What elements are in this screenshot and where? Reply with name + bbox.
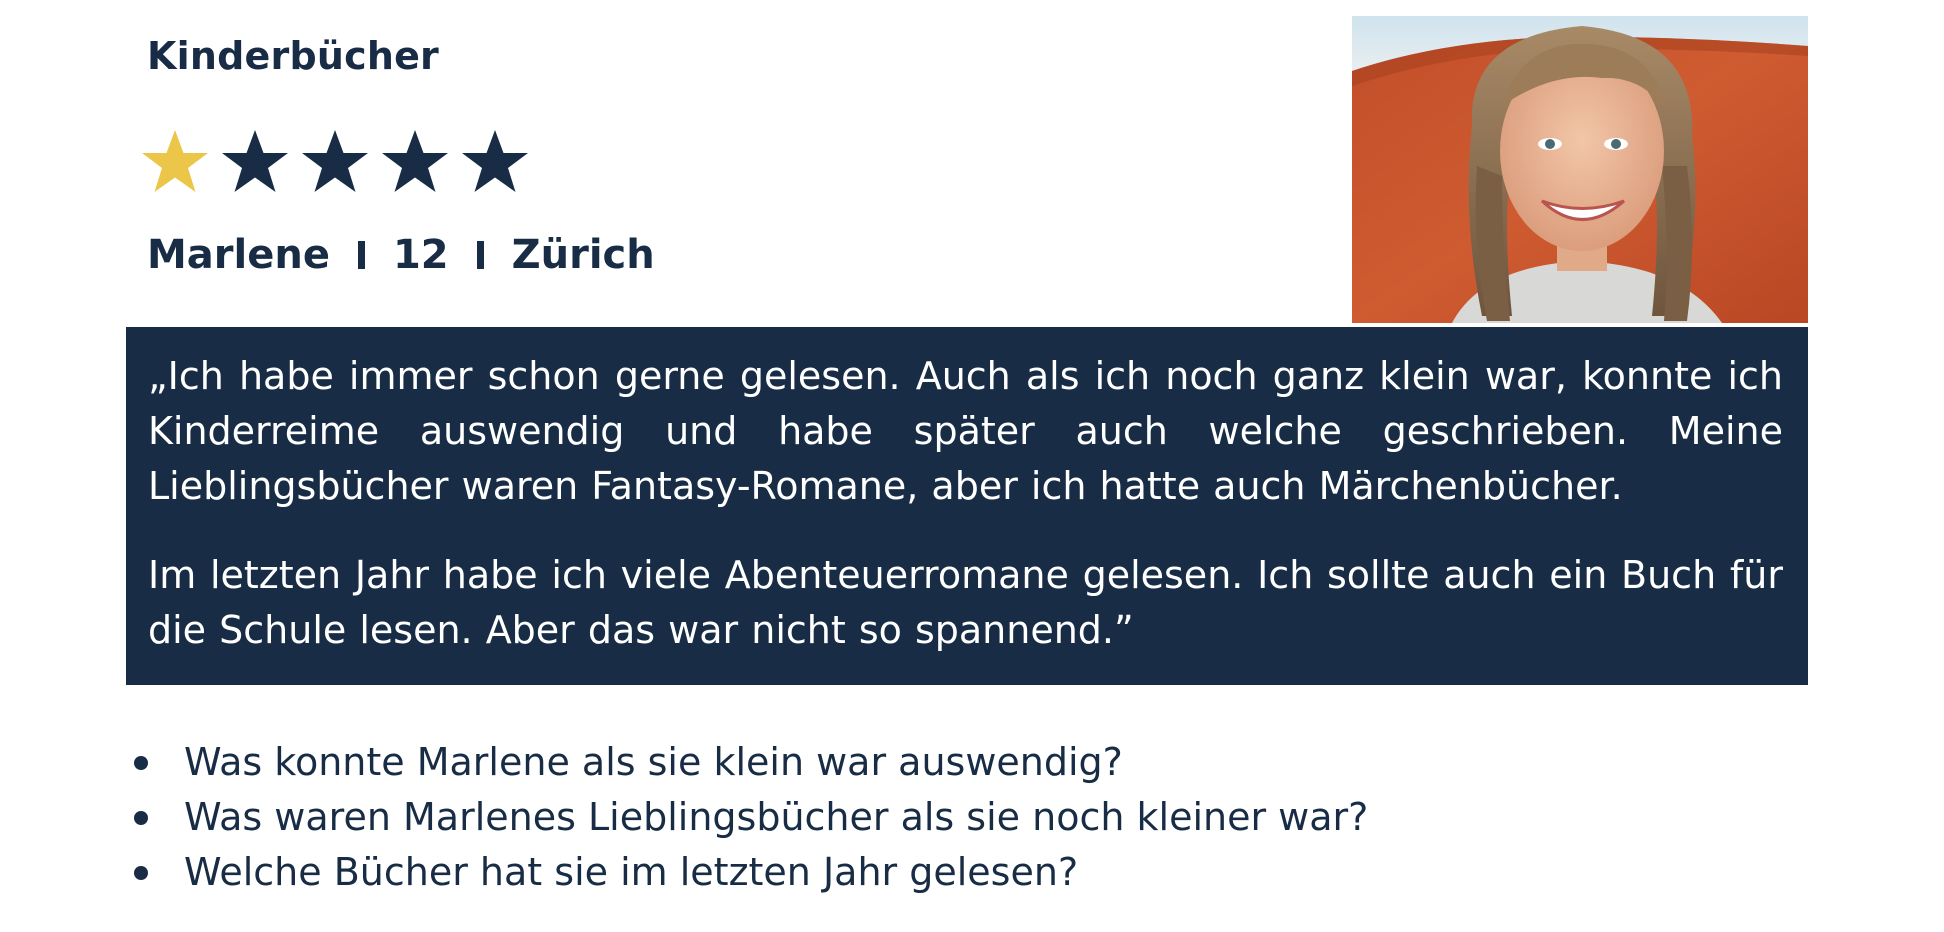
bullet-icon <box>134 811 148 825</box>
quote-paragraph: „Ich habe immer schon gerne gelesen. Auc… <box>148 354 1783 508</box>
profile-name: Marlene <box>147 232 330 278</box>
list-item: Was konnte Marlene als sie klein war aus… <box>130 735 1368 790</box>
list-item: Was waren Marlenes Lieblingsbücher als s… <box>130 790 1368 845</box>
star-icon <box>379 126 451 198</box>
portrait-photo <box>1352 16 1808 323</box>
category-title: Kinderbücher <box>147 34 439 78</box>
profile-age: 12 <box>392 232 449 278</box>
profile-city: Zürich <box>511 232 655 278</box>
question-text: Welche Bücher hat sie im letzten Jahr ge… <box>184 850 1079 894</box>
separator <box>357 241 365 269</box>
question-list: Was konnte Marlene als sie klein war aus… <box>130 735 1368 900</box>
header-card: Kinderbücher Marlene 12 Zürich <box>125 6 1215 323</box>
star-icon <box>459 126 531 198</box>
question-text: Was waren Marlenes Lieblingsbücher als s… <box>184 795 1369 839</box>
question-text: Was konnte Marlene als sie klein war aus… <box>184 740 1123 784</box>
profile-meta: Marlene 12 Zürich <box>147 232 655 278</box>
star-icon <box>219 126 291 198</box>
bullet-icon <box>134 756 148 770</box>
separator <box>476 241 484 269</box>
bullet-icon <box>134 866 148 880</box>
star-rating <box>139 126 531 198</box>
quote-paragraph: Im letzten Jahr habe ich viele Abenteuer… <box>148 553 1783 652</box>
list-item: Welche Bücher hat sie im letzten Jahr ge… <box>130 845 1368 900</box>
star-icon <box>139 126 211 198</box>
page: Kinderbücher Marlene 12 Zürich „Ich habe… <box>0 0 1944 932</box>
star-icon <box>299 126 371 198</box>
quote-box: „Ich habe immer schon gerne gelesen. Auc… <box>126 327 1808 685</box>
